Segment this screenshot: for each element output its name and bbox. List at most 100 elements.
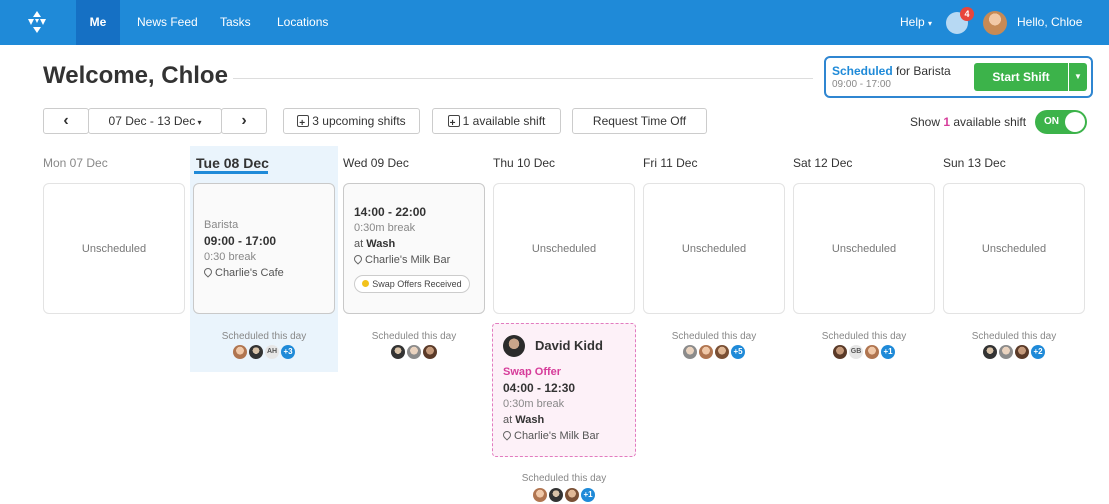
unscheduled-label: Unscheduled [81, 243, 147, 255]
next-week-button[interactable]: › [221, 108, 267, 134]
shift-break: 0:30m break [354, 222, 416, 234]
day-card-sun[interactable]: Unscheduled [943, 183, 1085, 314]
swap-offer-break: 0:30m break [503, 398, 565, 410]
nav-tab-locations[interactable]: Locations [277, 0, 328, 45]
scheduled-this-day-fri: Scheduled this day [671, 331, 757, 342]
avatar-more-count: +1 [581, 487, 595, 502]
avatar [1015, 344, 1029, 359]
swap-offer-label: Swap Offer [503, 366, 562, 378]
day-header-mon: Mon 07 Dec [43, 156, 108, 170]
scheduled-title: Scheduled for Barista [832, 64, 951, 78]
avatar [423, 344, 437, 359]
shift-role: Barista [204, 219, 239, 231]
nav-tab-me[interactable]: Me [76, 0, 120, 45]
swap-offers-badge[interactable]: Swap Offers Received [354, 275, 470, 293]
scheduled-this-day-tue: Scheduled this day [221, 331, 307, 342]
avatar-group-wed[interactable] [340, 344, 488, 359]
day-header-fri: Fri 11 Dec [643, 156, 698, 170]
scheduled-role: for Barista [892, 64, 951, 78]
show-prefix: Show [910, 115, 944, 129]
available-shift-button[interactable]: 1 available shift [432, 108, 561, 136]
avatar [533, 487, 547, 502]
avatar-more-count: +1 [881, 344, 895, 359]
toggle-label: ON [1044, 116, 1059, 127]
show-available-toggle[interactable]: ON [1035, 110, 1087, 134]
avatar-initials: AH [265, 344, 279, 359]
avatar [833, 344, 847, 359]
day-card-thu[interactable]: Unscheduled [493, 183, 635, 314]
scheduled-this-day-sun: Scheduled this day [971, 331, 1057, 342]
swap-offer-time: 04:00 - 12:30 [503, 381, 576, 395]
shift-break: 0:30 break [204, 251, 256, 263]
caret-down-icon: ▾ [195, 118, 202, 127]
calendar-plus-icon [447, 112, 460, 136]
scheduled-this-day-wed: Scheduled this day [371, 331, 457, 342]
unscheduled-label: Unscheduled [681, 243, 747, 255]
calendar-plus-icon [297, 112, 310, 136]
shift-time: 14:00 - 22:00 [354, 205, 427, 219]
swap-offer-at: at [503, 414, 516, 426]
avatar [865, 344, 879, 359]
swap-offer-name: David Kidd [535, 338, 603, 353]
avatar-group-sat[interactable]: GB +1 [790, 344, 938, 359]
help-label: Help [900, 15, 925, 29]
avatar-group-tue[interactable]: AH +3 [190, 344, 338, 359]
date-range-dropdown[interactable]: 07 Dec - 13 Dec ▾ [88, 108, 222, 134]
chevron-down-icon: ▾ [928, 19, 933, 28]
avatar [565, 487, 579, 502]
deputy-logo-icon[interactable] [24, 9, 50, 35]
shift-card-tue[interactable]: Barista 09:00 - 17:00 0:30 break Charlie… [193, 183, 335, 314]
day-card-fri[interactable]: Unscheduled [643, 183, 785, 314]
user-avatar[interactable] [983, 11, 1007, 35]
day-header-sat: Sat 12 Dec [793, 156, 853, 170]
avatar [699, 344, 713, 359]
avatar [983, 344, 997, 359]
avatar-more-count: +3 [281, 344, 295, 359]
today-underline [194, 171, 268, 174]
avatar-initials: GB [849, 344, 863, 359]
avatar-more-count: +2 [1031, 344, 1045, 359]
help-menu[interactable]: Help ▾ [900, 0, 932, 45]
day-header-wed: Wed 09 Dec [343, 156, 409, 170]
day-header-thu: Thu 10 Dec [493, 156, 556, 170]
swap-offer-card[interactable]: David Kidd Swap Offer 04:00 - 12:30 0:30… [492, 323, 636, 457]
avatar [391, 344, 405, 359]
swap-offers-label: Swap Offers Received [372, 279, 462, 289]
shift-card-wed[interactable]: 14:00 - 22:00 0:30m break at Wash Charli… [343, 183, 485, 314]
location-pin-icon [202, 266, 214, 278]
scheduled-this-day-thu: Scheduled this day [521, 473, 607, 484]
avatar-group-thu[interactable]: +1 [490, 487, 638, 502]
shift-location: Charlie's Cafe [215, 267, 284, 279]
page-title: Welcome, Chloe [43, 62, 228, 89]
day-card-sat[interactable]: Unscheduled [793, 183, 935, 314]
avatar [407, 344, 421, 359]
swap-offer-area: Wash [515, 414, 545, 426]
toggle-knob [1065, 112, 1085, 132]
day-card-mon[interactable]: Unscheduled [43, 183, 185, 314]
scheduled-time: 09:00 - 17:00 [832, 79, 891, 90]
user-greeting[interactable]: Hello, Chloe Miller [1017, 0, 1109, 74]
unscheduled-label: Unscheduled [531, 243, 597, 255]
available-shift-label: 1 available shift [462, 114, 546, 128]
upcoming-shifts-button[interactable]: 3 upcoming shifts [283, 108, 420, 136]
nav-tab-tasks[interactable]: Tasks [220, 0, 251, 45]
avatar [549, 487, 563, 502]
date-range-label: 07 Dec - 13 Dec [108, 114, 196, 128]
nav-tab-news-feed[interactable]: News Feed [137, 0, 198, 45]
request-time-off-button[interactable]: Request Time Off [572, 108, 707, 134]
location-pin-icon [501, 429, 513, 441]
avatar [715, 344, 729, 359]
scheduled-this-day-sat: Scheduled this day [821, 331, 907, 342]
avatar-group-fri[interactable]: +5 [640, 344, 788, 359]
avatar-group-sun[interactable]: +2 [940, 344, 1088, 359]
start-shift-dropdown-icon[interactable]: ▼ [1069, 63, 1087, 91]
day-header-sun: Sun 13 Dec [943, 156, 1006, 170]
day-header-tue: Tue 08 Dec [196, 155, 269, 171]
prev-week-button[interactable]: ‹ [43, 108, 89, 134]
notification-badge: 4 [960, 7, 974, 21]
avatar [233, 344, 247, 359]
avatar [249, 344, 263, 359]
shift-at: at [354, 238, 367, 250]
start-shift-button[interactable]: Start Shift [974, 63, 1068, 91]
upcoming-shifts-label: 3 upcoming shifts [312, 114, 406, 128]
